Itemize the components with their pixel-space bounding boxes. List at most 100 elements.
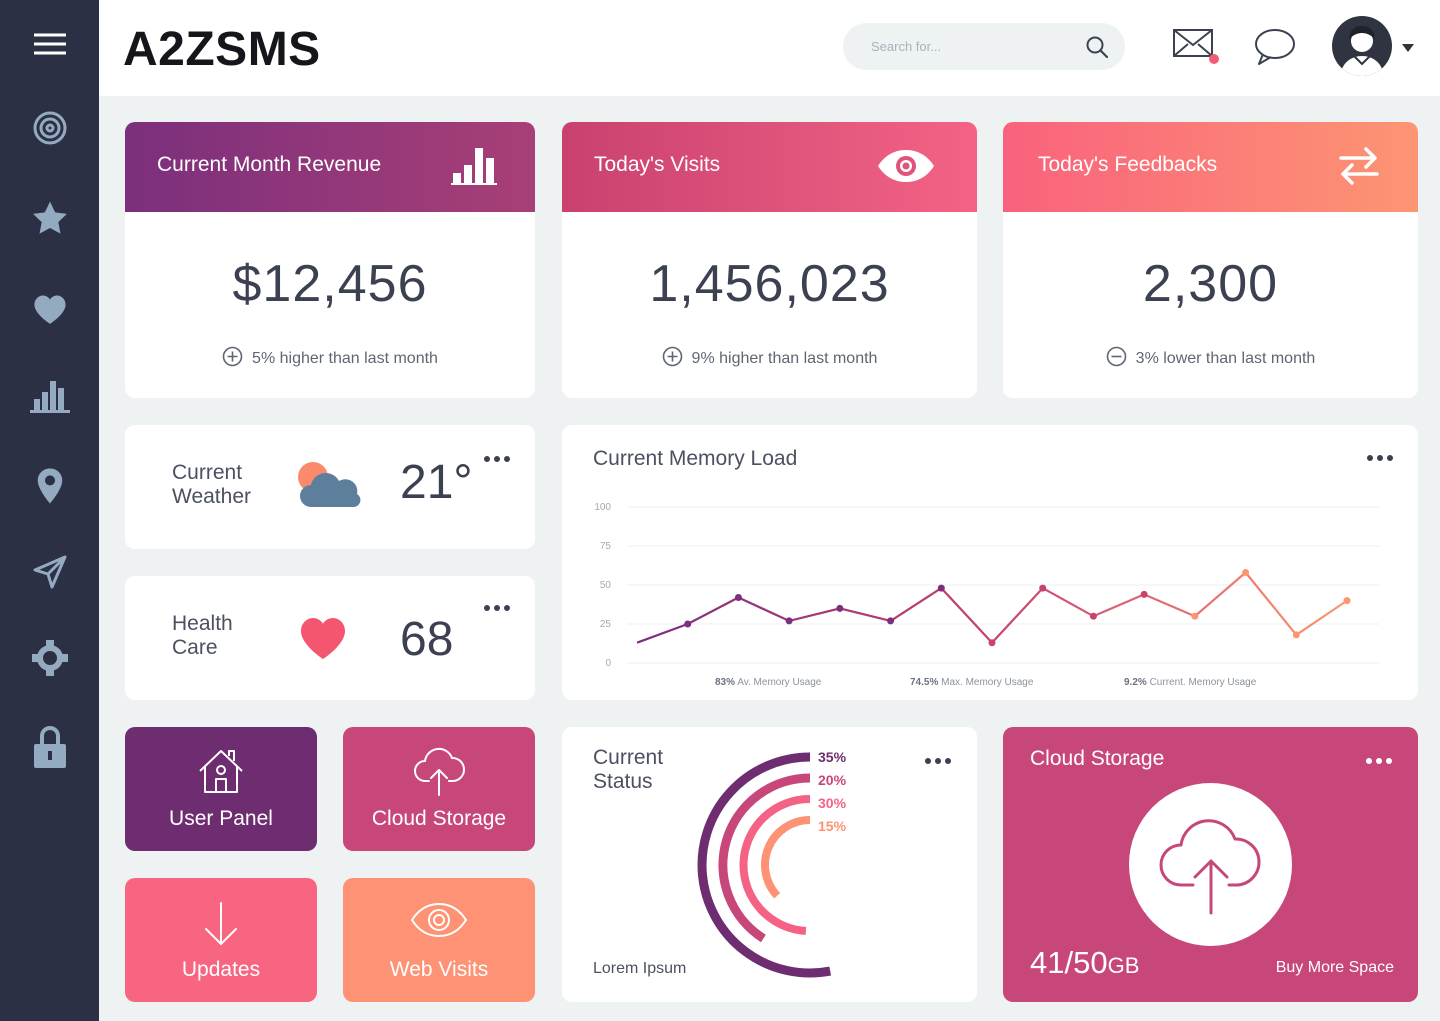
data-point <box>684 620 692 628</box>
cloud-storage-card: Cloud Storage 41/50GB Buy More Space <box>1003 727 1418 1002</box>
upload-button[interactable] <box>1129 783 1292 946</box>
cloud-storage-tile[interactable]: Cloud Storage <box>343 727 535 851</box>
memory-line-chart: 0 25 50 75 100 <box>594 502 1379 669</box>
home-icon <box>125 747 317 795</box>
data-point <box>988 639 996 647</box>
data-point <box>937 584 945 592</box>
revenue-card-header: Current Month Revenue <box>125 122 535 212</box>
health-value: 68 <box>400 613 454 666</box>
plus-circle-icon <box>662 346 683 372</box>
lock-icon[interactable] <box>25 722 75 772</box>
memory-load-card: Current Memory Load 0 25 50 75 100 83% Av. M… <box>562 425 1418 700</box>
search-bar <box>843 23 1125 70</box>
notification-dot <box>1209 54 1219 64</box>
star-icon[interactable] <box>25 193 75 243</box>
bar-chart-icon <box>451 146 497 191</box>
menu-icon[interactable] <box>25 19 75 69</box>
memory-stat-max-value: 74.5% <box>910 677 939 688</box>
chevron-down-icon[interactable] <box>1402 40 1414 58</box>
y-tick-label: 25 <box>600 619 612 630</box>
updates-label: Updates <box>181 958 261 981</box>
visits-note: 9% higher than last month <box>562 346 977 372</box>
data-point <box>836 604 844 612</box>
current-status-card: Current Status Lorem Ipsum 35% 20% 30% 15% <box>562 727 977 1002</box>
health-card: Health Care 68 <box>125 576 535 700</box>
eye-icon <box>343 902 535 938</box>
visits-card: Today's Visits 1,456,023 9% higher than … <box>562 122 977 398</box>
web-visits-label: Web Visits <box>389 958 489 981</box>
location-pin-icon[interactable] <box>25 461 75 511</box>
visits-value: 1,456,023 <box>649 255 890 313</box>
y-tick-label: 75 <box>600 541 612 552</box>
weather-card: Current Weather 21° <box>125 425 535 549</box>
buy-more-space-link[interactable]: Buy More Space <box>1276 959 1394 977</box>
avatar[interactable] <box>1332 16 1392 76</box>
brand-logo: A2ZSMS <box>123 23 321 76</box>
cloud-storage-title: Cloud Storage <box>1030 747 1165 770</box>
mail-icon[interactable] <box>1173 26 1219 64</box>
memory-series-line <box>636 570 1348 645</box>
ring-label: 20% <box>818 772 847 788</box>
weather-label: Current Weather <box>172 461 251 508</box>
status-ring-arc <box>761 816 811 899</box>
search-icon[interactable] <box>1085 35 1109 64</box>
feedbacks-card: Today's Feedbacks 2,300 3% lower than la… <box>1003 122 1418 398</box>
visits-title: Today's Visits <box>594 153 721 176</box>
memory-stat-average: 83% Av. Memory Usage <box>715 677 821 688</box>
memory-stat-average-value: 83% <box>715 677 736 688</box>
memory-stat-max: 74.5% Max. Memory Usage <box>910 677 1033 688</box>
web-visits-tile[interactable]: Web Visits <box>343 878 535 1002</box>
status-ring-chart <box>697 752 832 978</box>
y-tick-label: 100 <box>594 502 611 513</box>
cloud-upload-icon <box>1159 818 1261 914</box>
minus-circle-icon <box>1106 346 1127 372</box>
data-point <box>887 617 895 625</box>
updates-tile[interactable]: Updates <box>125 878 317 1002</box>
feedbacks-note-text: 3% lower than last month <box>1135 350 1316 367</box>
heart-icon[interactable] <box>25 284 75 334</box>
bar-chart-icon[interactable] <box>25 370 75 420</box>
more-options-icon[interactable] <box>483 599 511 617</box>
storage-unit: GB <box>1107 953 1140 978</box>
storage-usage-value: 41/50 <box>1030 945 1108 980</box>
revenue-card: Current Month Revenue $12,456 5% higher … <box>125 122 535 398</box>
revenue-note-text: 5% higher than last month <box>252 350 438 367</box>
feedbacks-title: Today's Feedbacks <box>1038 153 1218 176</box>
data-point <box>1140 590 1148 598</box>
cloud-upload-icon <box>343 747 535 797</box>
data-point <box>734 593 742 601</box>
feedbacks-card-header: Today's Feedbacks <box>1003 122 1418 212</box>
eye-icon <box>877 149 935 188</box>
chat-icon[interactable] <box>1254 28 1296 71</box>
settings-icon[interactable] <box>25 633 75 683</box>
more-options-icon[interactable] <box>483 450 511 468</box>
send-icon[interactable] <box>25 547 75 597</box>
feedbacks-note: 3% lower than last month <box>1003 346 1418 372</box>
data-point <box>1191 612 1199 620</box>
ring-label: 30% <box>818 795 847 811</box>
health-label: Health Care <box>172 612 233 659</box>
user-panel-tile[interactable]: User Panel <box>125 727 317 851</box>
data-point <box>1039 584 1047 592</box>
plus-circle-icon <box>222 346 243 372</box>
visits-card-header: Today's Visits <box>562 122 977 212</box>
swap-arrows-icon <box>1338 144 1380 193</box>
memory-stat-current: 9.2% Current. Memory Usage <box>1124 677 1256 688</box>
memory-stat-max-label: Max. Memory Usage <box>941 677 1034 688</box>
weather-value: 21° <box>400 456 473 509</box>
storage-usage: 41/50GB <box>1030 945 1139 981</box>
revenue-note: 5% higher than last month <box>125 346 535 372</box>
memory-stat-average-label: Av. Memory Usage <box>737 677 822 688</box>
user-panel-label: User Panel <box>169 807 273 830</box>
partly-cloudy-icon <box>293 459 361 514</box>
search-input[interactable] <box>871 35 1071 57</box>
more-options-icon[interactable] <box>1365 752 1393 770</box>
target-icon[interactable] <box>25 103 75 153</box>
visits-note-text: 9% higher than last month <box>691 350 878 367</box>
ring-label: 15% <box>818 818 847 834</box>
data-point <box>1242 569 1250 577</box>
data-point <box>1089 612 1097 620</box>
y-tick-label: 0 <box>605 658 611 669</box>
sidebar <box>0 0 99 1021</box>
feedbacks-value: 2,300 <box>1142 255 1279 313</box>
